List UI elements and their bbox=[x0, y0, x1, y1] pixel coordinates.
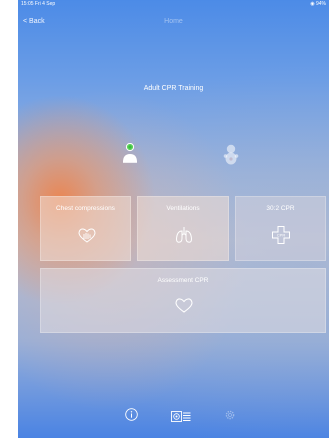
adult-mode-button[interactable] bbox=[121, 142, 139, 165]
status-battery: ◉ 94% bbox=[310, 1, 326, 7]
gear-icon bbox=[225, 410, 235, 420]
cpr-cross-icon: CPR bbox=[272, 226, 290, 244]
baby-icon bbox=[223, 144, 239, 165]
tile-label: Assessment CPR bbox=[157, 277, 209, 284]
child-mode-button[interactable] bbox=[222, 144, 240, 166]
heart-outline-icon bbox=[175, 298, 193, 313]
assessment-cpr-tile[interactable]: Assessment CPR bbox=[40, 268, 326, 333]
lungs-icon bbox=[175, 227, 193, 243]
ventilations-tile[interactable]: Ventilations bbox=[137, 196, 229, 261]
status-bar: 15:05 Fri 4 Sep ◉ 94% bbox=[18, 0, 329, 9]
tile-label: Ventilations bbox=[166, 205, 200, 212]
device-settings-icon bbox=[171, 411, 191, 422]
settings-button[interactable] bbox=[224, 408, 236, 426]
status-time: 15:05 Fri 4 Sep bbox=[21, 1, 56, 7]
heart-hand-icon bbox=[78, 228, 96, 243]
cpr-30-2-tile[interactable]: 30:2 CPR CPR bbox=[235, 196, 326, 261]
page-title: Adult CPR Training bbox=[143, 85, 204, 92]
tile-label: 30:2 CPR bbox=[266, 205, 295, 212]
navigation-bar: < Back Home bbox=[18, 14, 329, 30]
svg-text:CPR: CPR bbox=[277, 233, 286, 238]
person-icon bbox=[123, 142, 137, 163]
app-screen: 15:05 Fri 4 Sep ◉ 94% < Back Home Adult … bbox=[18, 0, 329, 438]
tile-label: Chest compressions bbox=[56, 205, 115, 212]
info-button[interactable] bbox=[125, 408, 138, 426]
device-button[interactable] bbox=[171, 409, 191, 427]
chest-compressions-tile[interactable]: Chest compressions bbox=[40, 196, 131, 261]
nav-title: Home bbox=[164, 18, 183, 25]
info-icon bbox=[125, 408, 138, 421]
